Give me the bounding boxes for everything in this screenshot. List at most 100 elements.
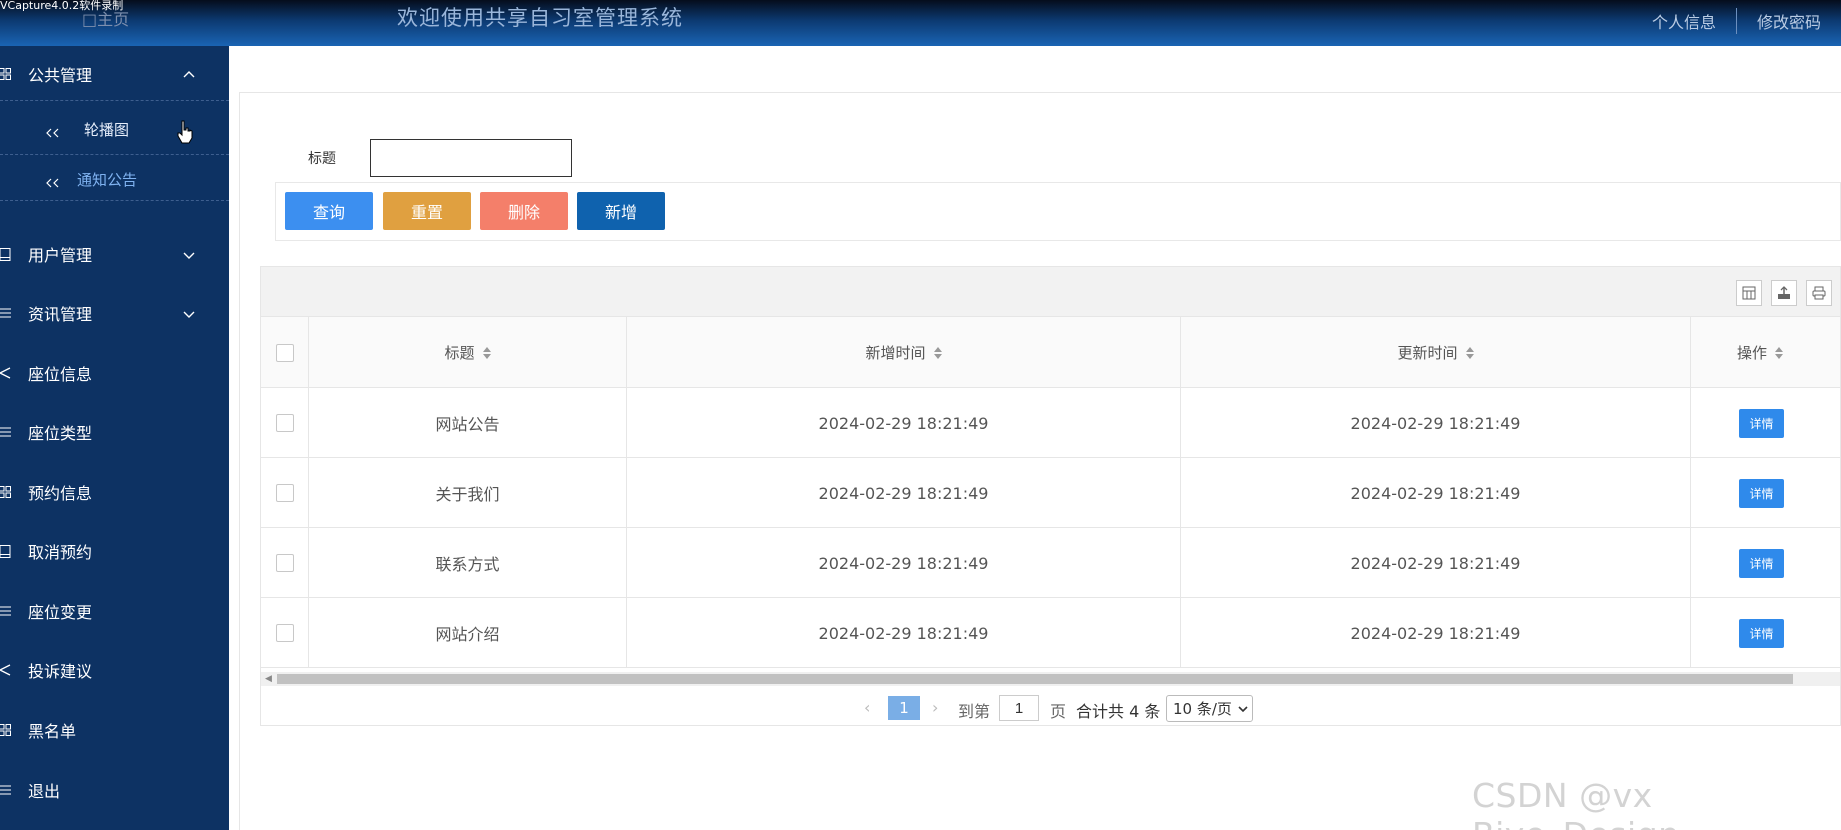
sidebar-item-seat-type[interactable]: 座位类型 <box>0 412 229 452</box>
cell-title: 网站介绍 <box>309 598 627 668</box>
column-header-title[interactable]: 标题 <box>309 317 627 388</box>
row-checkbox[interactable] <box>275 484 294 502</box>
sidebar-item-label: 座位信息 <box>28 365 93 384</box>
sidebar-item-public[interactable]: 公共管理 <box>0 54 229 94</box>
sidebar-item-news[interactable]: 资讯管理 <box>0 293 229 333</box>
row-checkbox-cell <box>261 598 309 668</box>
cell-actions: 详情 <box>1691 458 1840 528</box>
sidebar-item-label: 用户管理 <box>28 246 93 265</box>
cell-updated: 2024-02-29 18:21:49 <box>1181 528 1691 598</box>
app-window: VCapture4.0.2软件录制 □主页 欢迎使用共享自习室管理系统 个人信息… <box>0 0 1841 830</box>
page-title: 欢迎使用共享自习室管理系统 <box>397 6 683 30</box>
page-unit-label: 页 <box>1050 702 1067 721</box>
sidebar-item-reservations[interactable]: 预约信息 <box>0 472 229 512</box>
table-row: 网站公告 2024-02-29 18:21:49 2024-02-29 18:2… <box>261 388 1840 458</box>
row-checkbox[interactable] <box>275 554 294 572</box>
column-header-label: 操作 <box>1737 344 1768 362</box>
change-password-link[interactable]: 修改密码 <box>1737 9 1841 33</box>
table-row: 关于我们 2024-02-29 18:21:49 2024-02-29 18:2… <box>261 458 1840 528</box>
next-page-icon[interactable]: › <box>932 698 938 717</box>
page-size-value: 10 条/页 <box>1173 700 1232 718</box>
delete-button[interactable]: 删除 <box>480 192 568 230</box>
scrollbar-thumb[interactable] <box>277 674 1793 684</box>
sidebar-item-label: 取消预约 <box>28 543 93 562</box>
grid-icon <box>0 485 12 499</box>
sort-icon <box>1465 346 1474 359</box>
horizontal-scrollbar[interactable]: ◀ <box>261 672 1840 686</box>
sidebar-item-blacklist[interactable]: 黑名单 <box>0 710 229 750</box>
row-checkbox-cell <box>261 458 309 528</box>
row-checkbox[interactable] <box>275 414 294 432</box>
list-icon <box>0 425 12 439</box>
cell-created: 2024-02-29 18:21:49 <box>627 598 1181 668</box>
sidebar-item-label: 资讯管理 <box>28 305 93 324</box>
page-size-select[interactable]: 10 条/页 <box>1166 695 1253 722</box>
submenu-divider <box>0 100 229 101</box>
chevron-up-icon <box>182 67 196 81</box>
add-button[interactable]: 新增 <box>577 192 665 230</box>
book-icon <box>0 544 12 558</box>
export-icon[interactable] <box>1771 280 1797 306</box>
book-icon <box>0 247 12 261</box>
column-header-label: 新增时间 <box>865 344 926 362</box>
sidebar-item-logout[interactable]: 退出 <box>0 770 229 810</box>
row-checkbox[interactable] <box>275 624 294 642</box>
column-header-created[interactable]: 新增时间 <box>627 317 1181 388</box>
detail-button[interactable]: 详情 <box>1739 548 1784 578</box>
search-title-input[interactable] <box>370 139 572 177</box>
grid-icon <box>0 723 12 737</box>
column-header-actions[interactable]: 操作 <box>1691 317 1840 388</box>
sidebar-item-label: 退出 <box>28 782 61 801</box>
header-checkbox-cell <box>261 317 309 388</box>
sidebar: 公共管理 轮播图 通知公告 用户管理 资讯管理 座位信息 座位类型 预约信息 取… <box>0 46 229 830</box>
sidebar-item-seat-info[interactable]: 座位信息 <box>0 353 229 393</box>
sidebar-subitem-carousel[interactable]: 轮播图 <box>0 104 229 154</box>
detail-button[interactable]: 详情 <box>1739 618 1784 648</box>
double-left-arrow-icon <box>45 124 61 138</box>
cell-updated: 2024-02-29 18:21:49 <box>1181 458 1691 528</box>
chevron-down-icon <box>182 247 196 261</box>
table-header: 标题 新增时间 更新时间 操作 <box>261 317 1840 388</box>
scroll-left-icon[interactable]: ◀ <box>265 674 272 684</box>
goto-page-input[interactable] <box>999 695 1039 721</box>
profile-link[interactable]: 个人信息 <box>1632 9 1736 33</box>
sort-icon <box>933 346 942 359</box>
cell-created: 2024-02-29 18:21:49 <box>627 388 1181 458</box>
pagination: ‹ 1 › 到第 页 合计共 4 条 10 条/页 <box>261 687 1840 725</box>
columns-filter-icon[interactable] <box>1736 280 1762 306</box>
detail-button[interactable]: 详情 <box>1739 478 1784 508</box>
sidebar-item-label: 公共管理 <box>28 66 93 85</box>
sidebar-item-complaints[interactable]: 投诉建议 <box>0 650 229 690</box>
chevron-down-icon <box>1238 705 1248 712</box>
select-all-checkbox[interactable] <box>275 343 294 362</box>
sidebar-item-label: 投诉建议 <box>28 662 93 681</box>
double-left-arrow-icon <box>45 174 61 188</box>
row-checkbox-cell <box>261 388 309 458</box>
cell-created: 2024-02-29 18:21:49 <box>627 458 1181 528</box>
share-icon <box>0 366 12 380</box>
list-icon <box>0 783 12 797</box>
cell-title: 关于我们 <box>309 458 627 528</box>
column-header-updated[interactable]: 更新时间 <box>1181 317 1691 388</box>
cell-title: 联系方式 <box>309 528 627 598</box>
row-checkbox-cell <box>261 528 309 598</box>
print-icon[interactable] <box>1806 280 1832 306</box>
page-number-current[interactable]: 1 <box>888 696 920 720</box>
sidebar-subitem-label: 轮播图 <box>84 120 130 139</box>
home-link[interactable]: □主页 <box>82 6 129 30</box>
sidebar-subitem-label: 通知公告 <box>77 170 138 189</box>
query-button[interactable]: 查询 <box>285 192 373 230</box>
cell-updated: 2024-02-29 18:21:49 <box>1181 598 1691 668</box>
data-table: 标题 新增时间 更新时间 操作 网站公告 2024-02-29 18:21:49… <box>260 266 1841 726</box>
sidebar-item-seat-change[interactable]: 座位变更 <box>0 591 229 631</box>
reset-button[interactable]: 重置 <box>383 192 471 230</box>
watermark: CSDN @vx Biye_Design <box>1472 776 1679 830</box>
sidebar-subitem-notice[interactable]: 通知公告 <box>0 154 229 204</box>
sort-icon <box>1775 346 1784 359</box>
cell-created: 2024-02-29 18:21:49 <box>627 528 1181 598</box>
sidebar-item-cancel-reservation[interactable]: 取消预约 <box>0 531 229 571</box>
sidebar-item-label: 黑名单 <box>28 722 77 741</box>
detail-button[interactable]: 详情 <box>1739 408 1784 438</box>
sidebar-item-users[interactable]: 用户管理 <box>0 234 229 274</box>
prev-page-icon[interactable]: ‹ <box>864 698 870 717</box>
